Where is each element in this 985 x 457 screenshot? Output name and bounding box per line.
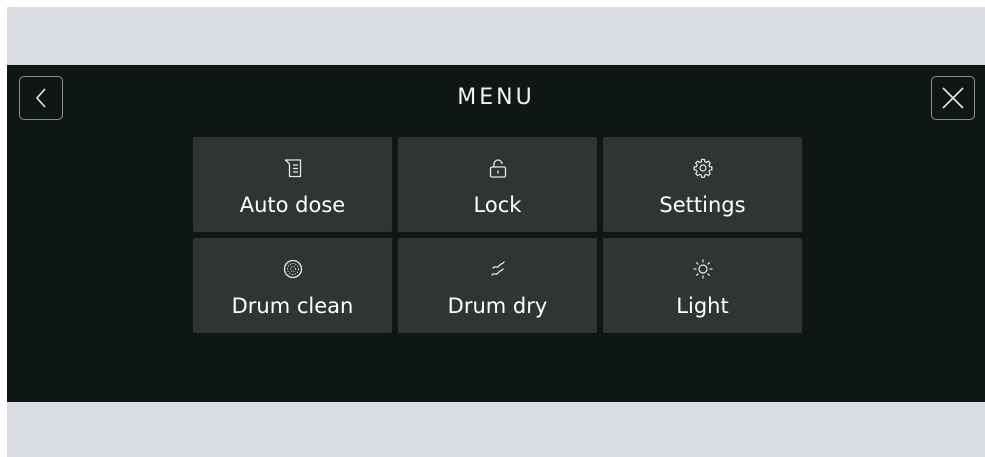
- menu-item-label: Settings: [659, 193, 746, 217]
- lock-icon: [488, 157, 508, 179]
- menu-item-settings[interactable]: Settings: [603, 137, 802, 232]
- menu-item-label: Drum clean: [231, 294, 354, 318]
- menu-item-drum-dry[interactable]: Drum dry: [398, 238, 597, 333]
- air-flow-icon: [488, 258, 508, 280]
- dispenser-icon: [284, 157, 302, 179]
- menu-item-label: Light: [676, 294, 729, 318]
- menu-item-label: Drum dry: [447, 294, 548, 318]
- sun-icon: [692, 258, 714, 280]
- page-title: MENU: [457, 85, 535, 110]
- close-button[interactable]: [931, 76, 975, 120]
- close-icon: [942, 87, 964, 109]
- menu-item-drum-clean[interactable]: Drum clean: [193, 238, 392, 333]
- drum-icon: [283, 258, 303, 280]
- control-panel-screen: MENU Auto dose Lock Settings Drum clean …: [7, 65, 985, 402]
- menu-item-label: Auto dose: [239, 193, 346, 217]
- menu-grid: Auto dose Lock Settings Drum clean Drum …: [193, 137, 803, 333]
- menu-item-lock[interactable]: Lock: [398, 137, 597, 232]
- menu-item-auto-dose[interactable]: Auto dose: [193, 137, 392, 232]
- menu-item-light[interactable]: Light: [603, 238, 802, 333]
- gear-icon: [693, 157, 713, 179]
- menu-item-label: Lock: [473, 193, 522, 217]
